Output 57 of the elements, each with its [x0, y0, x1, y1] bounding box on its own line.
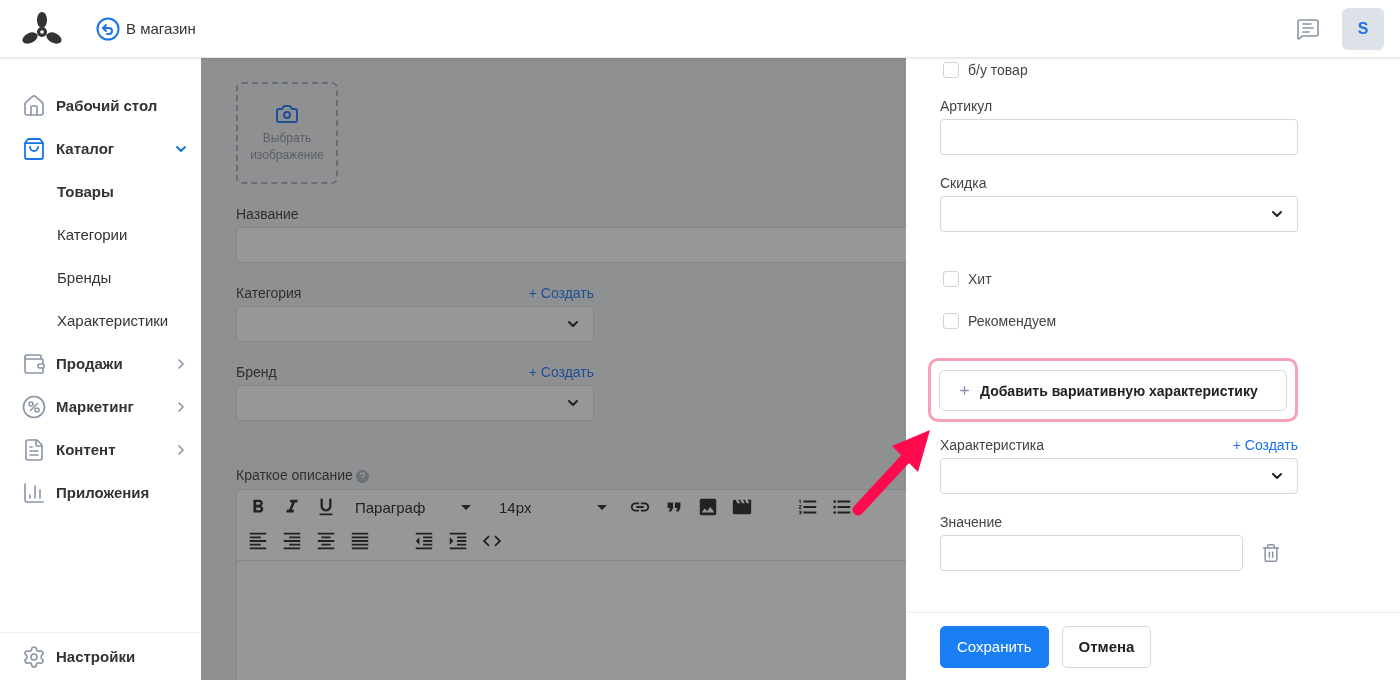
- back-link[interactable]: В магазин: [96, 16, 196, 41]
- camera-icon: [275, 102, 299, 126]
- image-button[interactable]: [697, 496, 719, 518]
- align-justify-button[interactable]: [349, 530, 371, 552]
- settings-icon: [22, 644, 46, 669]
- image-icon: [697, 496, 719, 518]
- field-label: Скидка: [940, 175, 987, 191]
- block-format-select[interactable]: Параграф: [355, 498, 475, 516]
- checkbox-label: Рекомендуем: [968, 313, 1057, 329]
- select-field[interactable]: [236, 306, 594, 342]
- create-link[interactable]: + Создать: [1232, 437, 1298, 453]
- caret-icon: [461, 504, 471, 510]
- sidebar-subitem[interactable]: Бренды: [0, 256, 201, 299]
- indent-button[interactable]: [447, 530, 469, 552]
- checkbox[interactable]: [943, 271, 959, 287]
- field-label: Характеристика: [940, 437, 1045, 453]
- sidebar-item[interactable]: Рабочий стол: [0, 84, 201, 127]
- align-left-button[interactable]: [247, 530, 269, 552]
- align-right-icon: [281, 530, 303, 552]
- help-icon: [355, 470, 369, 483]
- sidebar-item[interactable]: Маркетинг: [0, 385, 201, 428]
- checkbox[interactable]: [943, 313, 959, 329]
- field-label: Бренд: [236, 364, 277, 380]
- indent-icon: [447, 530, 469, 552]
- sidebar-subitem[interactable]: Товары: [0, 170, 201, 213]
- field-label: Значение: [940, 514, 1003, 530]
- align-center-button[interactable]: [315, 530, 337, 552]
- sidebar-subitem[interactable]: Характеристики: [0, 299, 201, 342]
- text-field[interactable]: [236, 227, 906, 263]
- sidebar-item[interactable]: Продажи: [0, 342, 201, 385]
- align-center-icon: [315, 530, 337, 552]
- field-label: Название: [236, 206, 299, 222]
- align-left-icon: [247, 530, 269, 552]
- save-button[interactable]: Сохранить: [940, 625, 1049, 668]
- outdent-button[interactable]: [413, 530, 435, 552]
- checkbox[interactable]: [943, 62, 959, 78]
- trash-icon[interactable]: [1261, 543, 1281, 563]
- sidebar-subitem[interactable]: Категории: [0, 213, 201, 256]
- sidebar-item[interactable]: Каталог: [0, 127, 201, 170]
- outdent-icon: [413, 530, 435, 552]
- align-justify-icon: [349, 530, 371, 552]
- align-right-button[interactable]: [281, 530, 303, 552]
- checkbox-label: б/у товар: [968, 62, 1028, 78]
- sidebar-item[interactable]: Приложения: [0, 471, 201, 514]
- select-field[interactable]: [236, 385, 594, 421]
- field-label: Категория: [236, 285, 302, 301]
- field-label: Артикул: [940, 98, 993, 114]
- sidebar-item[interactable]: Контент: [0, 428, 201, 471]
- add-variant-button[interactable]: Добавить вариативную характеристику: [939, 370, 1287, 411]
- chat-icon[interactable]: [1296, 16, 1320, 41]
- font-size-select[interactable]: 14px: [499, 498, 611, 516]
- cancel-button[interactable]: Отмена: [1061, 625, 1152, 668]
- logo-icon: [22, 11, 62, 46]
- caret-icon: [597, 504, 607, 510]
- field-label: Краткое описание: [236, 467, 353, 483]
- checkbox-label: Хит: [968, 271, 992, 287]
- plus-icon: [958, 384, 971, 397]
